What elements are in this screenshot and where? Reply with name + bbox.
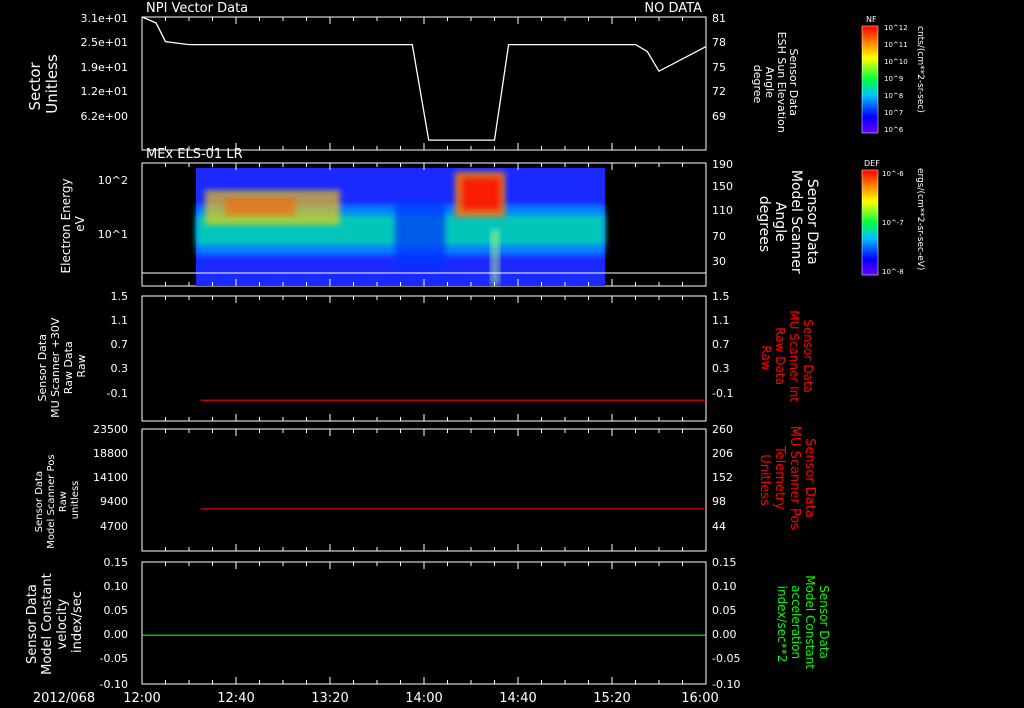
p4-ytick-left: 4700 [100,520,128,533]
p1-ytick-left: 2.5e+01 [81,36,128,49]
p1-ytick-right: 72 [712,85,726,98]
p5-ytick-right: 0.15 [712,556,737,569]
colorbar-2-tick: 10^-7 [882,219,904,227]
p1-ylabel-left: Sector Unitless [26,54,61,114]
p1-ytick-right: 69 [712,110,726,123]
panel-3-frame [141,295,707,422]
colorbar-1-tick: 10^9 [884,75,903,83]
panel-1-status: NO DATA [644,1,702,16]
colorbar-2-label: DEF [864,159,880,168]
p2-ytick-right: 150 [712,180,733,193]
p2-ytick-right: 70 [712,230,726,243]
colorbar-1-tick: 10^12 [884,24,908,32]
p3-ytick-right: 0.7 [712,338,730,351]
p1-ytick-left: 6.2e+00 [81,110,128,123]
p3-ytick-right: -0.1 [712,387,733,400]
x-tick-label: 14:00 [405,691,442,706]
p3-ytick-left: 1.5 [111,290,129,303]
p3-ytick-right: 1.1 [712,314,730,327]
p4-ylabel-right: Sensor Data MU Scanner Pos Telemetry Uni… [757,426,817,534]
x-tick-label: 15:20 [593,691,630,706]
p5-ylabel-left: Sensor Data Model Constant velocity inde… [25,569,85,675]
date-label: 2012/068 [33,691,95,706]
p3-ytick-right: 0.3 [712,362,730,375]
panel-4-frame [141,428,707,552]
p1-ytick-right: 78 [712,36,726,49]
p1-ytick-right: 75 [712,61,726,74]
p2-ytick-right: 110 [712,204,733,217]
p2-ytick-right: 30 [712,255,726,268]
p2-ylabel-right: Sensor Data Model Scanner Angle degrees [756,170,820,278]
panel-5-frame [141,561,707,685]
p4-ytick-right: 206 [712,447,733,460]
p4-ytick-right: 152 [712,471,733,484]
p4-ytick-left: 18800 [93,447,128,460]
p3-ytick-right: 1.5 [712,290,730,303]
p5-ylabel-right: Sensor Data Model Constant acceleration … [775,575,831,673]
panel-1-title: NPI Vector Data [146,1,248,16]
p1-ytick-left: 1.2e+01 [81,85,128,98]
p3-ytick-left: 0.7 [111,338,129,351]
x-tick-label: 16:00 [681,691,718,706]
colorbar-2-units: ergs/(cm**2-sr-sec-eV) [915,168,925,270]
p1-ytick-left: 1.9e+01 [81,61,128,74]
p4-ytick-right: 260 [712,423,733,436]
p5-ytick-right: 0.05 [712,604,737,617]
colorbar-1-tick: 10^7 [884,109,903,117]
p5-ytick-left: 0.05 [104,604,129,617]
p3-ylabel-right: Sensor Data MU Scanner Int Raw Data Raw [759,310,815,406]
colorbar-1 [861,25,879,134]
p5-ytick-right: -0.10 [712,678,740,691]
p4-ytick-right: 98 [712,495,726,508]
p5-ytick-left: 0.15 [104,556,129,569]
colorbar-2 [861,169,879,276]
p2-ylabel-left: Electron Energy eV [59,175,87,274]
p2-ytick-right: 190 [712,158,733,171]
p4-ytick-left: 14100 [93,471,128,484]
colorbar-1-tick: 10^6 [884,126,904,134]
colorbar-1-tick: 10^10 [884,58,908,66]
plot-window: NPI Vector Data NO DATA MEx ELS-01 LR 3.… [0,0,1024,708]
p3-ylabel-left: Sensor Data MU Scanner +30V Raw Data Raw [36,314,88,418]
p3-ytick-left: 0.3 [111,362,129,375]
p5-ytick-left: -0.10 [100,678,128,691]
p5-ytick-left: 0.10 [104,580,129,593]
panel-2-title: MEx ELS-01 LR [146,147,243,162]
colorbar-1-tick: 10^8 [884,92,903,100]
sun-elevation-line [141,16,707,141]
x-tick-label: 12:40 [217,691,254,706]
x-tick-label: 12:00 [123,691,160,706]
p1-ytick-right: 81 [712,12,726,25]
p3-ytick-left: -0.1 [107,387,128,400]
p1-ytick-left: 3.1e+01 [81,12,128,25]
x-tick-label: 13:20 [311,691,348,706]
p2-ytick-left: 10^1 [98,228,128,241]
colorbar-2-tick: 10^-8 [882,268,904,276]
p4-ytick-left: 9400 [100,495,128,508]
colorbar-1-tick: 10^11 [884,41,908,49]
colorbar-2-tick: 10^-6 [882,170,904,178]
p5-ytick-right: 0.00 [712,628,737,641]
p5-ytick-right: -0.05 [712,652,740,665]
p3-ytick-left: 1.1 [111,314,129,327]
p4-ylabel-left: Sensor Data Model Scanner Pos Raw unitle… [34,451,81,548]
colorbar-1-units: cnts/(cm**2-sr-sec) [915,26,925,113]
p5-ytick-left: -0.05 [100,652,128,665]
panel-1-frame [141,16,707,151]
x-tick-label: 14:40 [499,691,536,706]
colorbar-1-label: NF [866,15,877,24]
stacked-plot: NPI Vector Data NO DATA MEx ELS-01 LR 3.… [25,1,925,706]
p2-ytick-left: 10^2 [98,174,128,187]
p4-ytick-left: 23500 [93,423,128,436]
p4-ytick-right: 44 [712,520,726,533]
p1-ylabel-right: Sensor Data ESH Sun Elevation Angle degr… [751,32,800,137]
p5-ytick-left: 0.00 [104,628,129,641]
spectrogram [142,168,706,286]
p5-ytick-right: 0.10 [712,580,737,593]
